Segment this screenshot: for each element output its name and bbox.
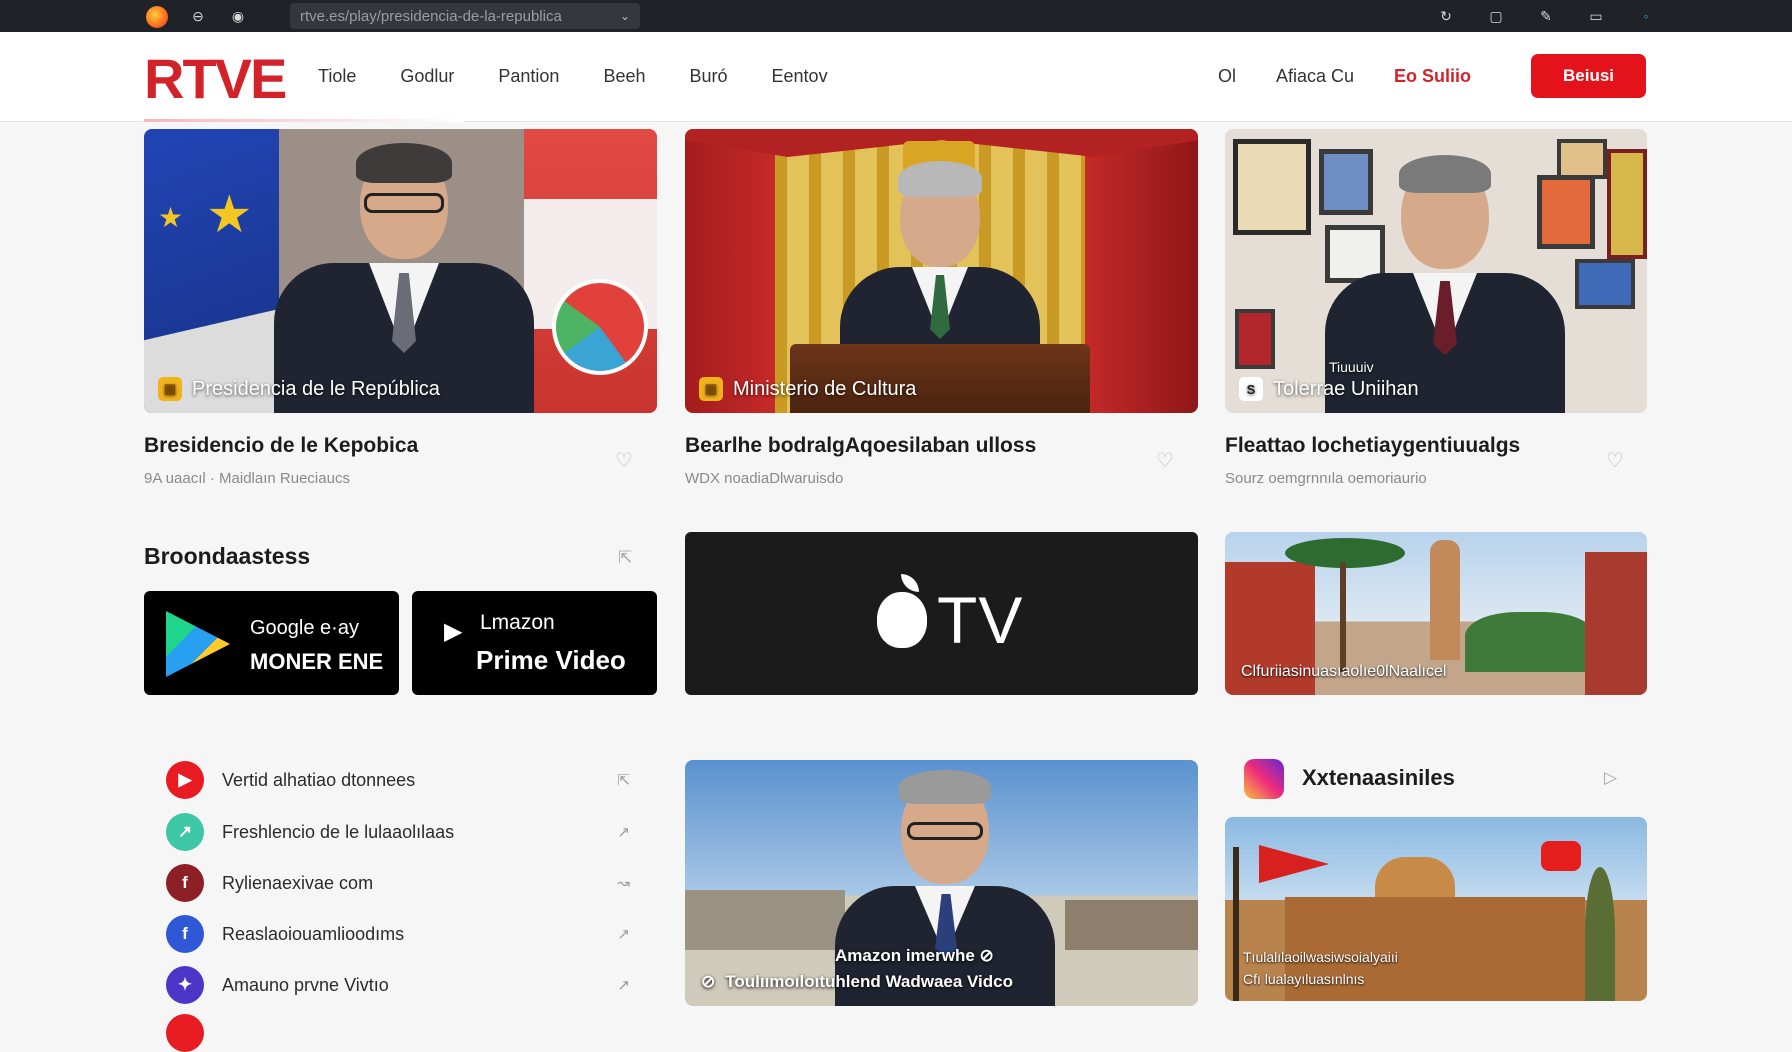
- reload-icon[interactable]: ◉: [228, 6, 248, 26]
- plaza-thumbnail[interactable]: Clfuriiasinuasıaolıe0lNaalıcel: [1225, 532, 1647, 695]
- featured-line-2: Toulıımoıloıtuhlend Wadwaea Vidco: [725, 972, 1014, 991]
- featured-line-1: Amazon imerwhe ⊘: [835, 946, 994, 965]
- browser-toolbar: ⊖ ◉ rtve.es/play/presidencia-de-la-repub…: [0, 0, 1792, 32]
- account-icon[interactable]: ⊖: [188, 6, 208, 26]
- facebook-icon: f: [166, 915, 204, 953]
- share-icon[interactable]: ↗: [617, 976, 630, 994]
- social-caption-2: Cfı lualayıluasınlnıs: [1243, 971, 1365, 987]
- channel-badge-icon: ▣: [158, 377, 182, 401]
- apple-tv-label: TV: [937, 583, 1024, 657]
- thumbnail-caption-top: Tiuuuiv: [1329, 359, 1374, 375]
- play-outline-icon[interactable]: ▷: [1604, 768, 1617, 788]
- card-title[interactable]: Bresidencio de le Kepobica: [144, 434, 418, 458]
- history-icon[interactable]: ↻: [1436, 6, 1456, 26]
- apple-logo-icon: [877, 592, 927, 648]
- arrow-icon: ↗: [166, 813, 204, 851]
- card-title[interactable]: Bearlhe bodralgAqoesilaban ulloss: [685, 434, 1036, 458]
- favorite-icon[interactable]: ♡: [1606, 448, 1624, 473]
- video-thumbnail-presidencia[interactable]: ★ ★ ▣ Presidencia de le República: [144, 129, 657, 413]
- share-icon[interactable]: ↝: [617, 874, 630, 892]
- featured-video-thumbnail[interactable]: Amazon imerwhe ⊘ ⊘ Toulıımoıloıtuhlend W…: [685, 760, 1198, 1006]
- firefox-icon[interactable]: [146, 6, 168, 28]
- youtube-icon: [1541, 841, 1581, 871]
- nav-item-2[interactable]: Pantion: [498, 66, 559, 87]
- apple-tv-button[interactable]: TV: [685, 532, 1198, 695]
- login-button[interactable]: Beiusi: [1531, 54, 1646, 98]
- favorite-icon[interactable]: ♡: [615, 448, 633, 473]
- share-icon[interactable]: ↗: [617, 823, 630, 841]
- flag-icon: [1259, 845, 1329, 883]
- google-play-icon: [166, 611, 230, 677]
- channel-badge-icon: ▣: [699, 377, 723, 401]
- live-link[interactable]: Eo Suliio: [1394, 66, 1471, 87]
- prime-video-top: Lmazon: [480, 611, 555, 634]
- share-icon[interactable]: ↗: [617, 925, 630, 943]
- list-item[interactable]: f Reaslaoiouamlioodıms ↗: [166, 915, 630, 953]
- share-icon[interactable]: ⇱: [617, 771, 630, 789]
- social-video-thumbnail[interactable]: Tıulalılaoilwasiwsoialyaiıi Cfı lualayıl…: [1225, 817, 1647, 1001]
- emblem-icon: [552, 279, 648, 375]
- card-subtitle: 9A uaacıl · Maidlaın Rueciaucs: [144, 470, 350, 487]
- nav-item-3[interactable]: Beeh: [603, 66, 645, 87]
- site-header: RTVE Tiole Godlur Pantion Beeh Buró Eent…: [0, 32, 1792, 122]
- card-subtitle: Sourz oemgrnnıla oemoriaurio: [1225, 470, 1427, 487]
- star-icon: ★: [206, 186, 253, 244]
- header-link-0[interactable]: Ol: [1218, 66, 1236, 87]
- list-item[interactable]: f Rylienaexivae com ↝: [166, 864, 630, 902]
- extension-icon[interactable]: ✎: [1536, 6, 1556, 26]
- star-icon: ✦: [166, 966, 204, 1004]
- prime-video-bottom: Prime Video: [476, 645, 626, 675]
- prime-video-button[interactable]: ▶ Lmazon Prime Video: [412, 591, 657, 695]
- video-thumbnail-tolerrae[interactable]: Tiuuuiv S Tolerrae Uniihan: [1225, 129, 1647, 413]
- site-icon: f: [166, 864, 204, 902]
- chevron-down-icon[interactable]: ⌄: [620, 9, 630, 23]
- header-accent-line: [144, 119, 464, 122]
- window-icon[interactable]: ▭: [1586, 6, 1606, 26]
- share-icon[interactable]: ⇱: [618, 548, 632, 568]
- card-title[interactable]: Fleattao lochetiaygentiuualgs: [1225, 434, 1520, 458]
- play-icon: ▶: [444, 618, 463, 645]
- video-thumbnail-ministerio[interactable]: ▣ Ministerio de Cultura: [685, 129, 1198, 413]
- nav-item-4[interactable]: Buró: [690, 66, 728, 87]
- nav-item-1[interactable]: Godlur: [400, 66, 454, 87]
- menu-icon[interactable]: ◦: [1636, 6, 1656, 26]
- thumbnail-caption: ▣ Presidencia de le República: [158, 377, 440, 401]
- favorite-icon[interactable]: ♡: [1156, 448, 1174, 473]
- instagram-icon: [1244, 759, 1284, 799]
- thumbnail-caption: ▣ Ministerio de Cultura: [699, 377, 916, 401]
- list-item[interactable]: ↗ Freshlencio de le lulaaolılaas ↗: [166, 813, 630, 851]
- social-title: Xxtenaasiniles: [1302, 765, 1455, 790]
- list-item[interactable]: ▶ Vertid alhatiao dtonnees ⇱: [166, 761, 630, 799]
- rtve-logo[interactable]: RTVE: [144, 46, 287, 111]
- google-play-top: Google e·ay: [250, 617, 359, 639]
- google-play-bottom: MONER ENE: [250, 649, 384, 674]
- tab-icon[interactable]: ▢: [1486, 6, 1506, 26]
- main-nav: Tiole Godlur Pantion Beeh Buró Eentov: [318, 66, 872, 87]
- header-links: Ol Afiaca Cu Eo Suliio: [1218, 66, 1511, 87]
- list-item-partial: [166, 1014, 204, 1052]
- play-circle-icon[interactable]: ⊘: [701, 972, 715, 992]
- channel-badge-icon: S: [1239, 377, 1263, 401]
- nav-item-0[interactable]: Tiole: [318, 66, 356, 87]
- address-bar[interactable]: rtve.es/play/presidencia-de-la-republica…: [290, 3, 640, 29]
- apple-leaf-icon: [901, 574, 919, 592]
- platforms-title: Broondaastess: [144, 543, 311, 569]
- header-link-1[interactable]: Afiaca Cu: [1276, 66, 1354, 87]
- star-icon: ★: [158, 202, 184, 233]
- youtube-icon: ▶: [166, 761, 204, 799]
- nav-item-5[interactable]: Eentov: [772, 66, 828, 87]
- social-caption-1: Tıulalılaoilwasiwsoialyaiıi: [1243, 949, 1398, 965]
- thumbnail-caption: S Tolerrae Uniihan: [1239, 377, 1419, 401]
- card-subtitle: WDX noadiaDlwaruisdo: [685, 470, 844, 487]
- url-text: rtve.es/play/presidencia-de-la-republica: [300, 7, 562, 25]
- list-item[interactable]: ✦ Amauno prvne Vivtıo ↗: [166, 966, 630, 1004]
- google-play-button[interactable]: Google e·ay MONER ENE: [144, 591, 399, 695]
- plaza-caption: Clfuriiasinuasıaolıe0lNaalıcel: [1241, 663, 1447, 680]
